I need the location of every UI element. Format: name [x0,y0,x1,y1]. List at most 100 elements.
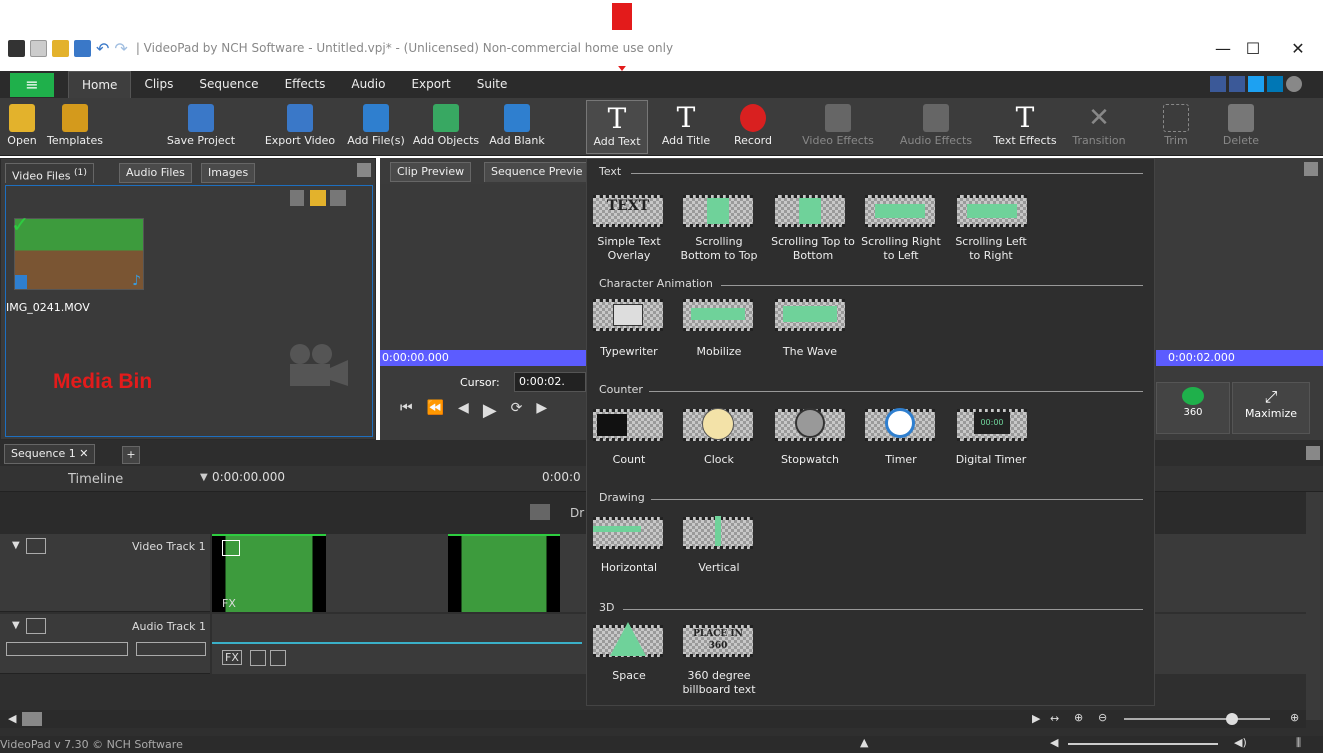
clip-fx-label[interactable]: FX [222,597,236,610]
add-sequence-button[interactable]: + [122,446,140,464]
scrolling-left-to-right-thumb[interactable] [957,195,1027,227]
new-folder-icon[interactable] [310,190,326,206]
video-effects-button[interactable]: Video Effects [790,100,886,154]
preview-progress-bar-right[interactable]: 0:00:02.000 [1156,350,1323,366]
tab-video-files[interactable]: Video Files (1) [5,163,94,183]
new-icon[interactable] [30,39,47,57]
audio-fx-label[interactable]: FX [222,650,242,665]
save-project-button[interactable]: Save Project [162,100,240,154]
volume-mute-icon[interactable]: ◀ [1050,736,1058,749]
collapse-audio-icon[interactable]: ▼ [12,620,20,631]
mixer-icon[interactable]: ⫼ [1296,736,1301,750]
audio-effects-button[interactable]: Audio Effects [894,100,978,154]
timer-label[interactable]: Timer [859,453,943,467]
tab-clips[interactable]: Clips [131,71,186,98]
audio-volume-icon[interactable] [250,650,266,666]
add-files-button[interactable]: Add File(s) [344,100,408,154]
add-title-button[interactable]: T Add Title [656,100,716,154]
space-label[interactable]: Space [587,669,671,683]
zoom-out-icon[interactable]: ⊖ [1098,711,1107,724]
zoom-slider[interactable] [1124,718,1270,720]
maximize-preview-button[interactable]: ⤢ Maximize [1232,382,1310,434]
360-button[interactable]: 360 [1156,382,1230,434]
stopwatch-label[interactable]: Stopwatch [768,453,852,467]
vertical-scrollbar[interactable] [1306,492,1323,720]
scrolling-left-to-right-label[interactable]: Scrolling Left to Right [949,235,1033,263]
scrolling-right-to-left-label[interactable]: Scrolling Right to Left [859,235,943,263]
zoom-magnify-icon[interactable]: ⊕ [1290,711,1299,724]
step-forward-icon[interactable]: ▶ [536,400,547,421]
cursor-time-field[interactable]: 0:00:02. [514,372,586,392]
tab-images[interactable]: Images [201,163,256,183]
play-icon[interactable]: ▶ [483,400,497,421]
space-thumb[interactable] [593,622,663,657]
stopwatch-thumb[interactable] [775,408,845,441]
clock-label[interactable]: Clock [677,453,761,467]
zoom-in-icon[interactable]: ⊕ [1074,711,1083,724]
trim-button[interactable]: Trim [1156,100,1196,154]
prev-frame-icon[interactable]: ⏪ [427,400,444,421]
billboard-360-label[interactable]: 360 degree billboard text [677,669,761,697]
simple-text-overlay-thumb[interactable]: TEXT [593,195,663,227]
list-view-icon[interactable] [330,190,346,206]
go-start-icon[interactable]: ⏮ [400,400,413,421]
tab-sequence[interactable]: Sequence [186,71,271,98]
tab-clip-preview[interactable]: Clip Preview [390,162,472,182]
eye-icon[interactable] [26,538,46,554]
scrolling-bottom-to-top-thumb[interactable] [683,195,753,227]
undo-icon[interactable]: ↶ [96,39,109,58]
tab-audio-files[interactable]: Audio Files [119,163,192,183]
horizontal-label[interactable]: Horizontal [587,561,671,575]
zoom-slider-thumb[interactable] [1226,713,1238,725]
add-text-button[interactable]: T Add Text [586,100,648,154]
simple-text-overlay-label[interactable]: Simple Text Overlay [587,235,671,263]
audio-link-icon[interactable] [270,650,286,666]
volume-slider[interactable] [6,642,128,656]
like-icon[interactable] [1210,76,1226,92]
hamburger-menu-button[interactable]: ≡ [10,72,54,97]
timeline-zoom-dropdown-icon[interactable]: ▼ [200,472,208,483]
tab-audio[interactable]: Audio [338,71,398,98]
mobilize-thumb[interactable] [683,299,753,331]
trash-icon[interactable] [290,190,304,206]
maximize-button[interactable]: ☐ [1230,30,1276,66]
scrolling-top-to-bottom-thumb[interactable] [775,195,845,227]
open-button[interactable]: Open [2,100,42,154]
open-icon[interactable] [52,39,69,57]
step-back-icon[interactable]: ◀ [458,400,469,421]
twitter-icon[interactable] [1248,76,1264,92]
tab-effects[interactable]: Effects [272,71,339,98]
speaker-icon[interactable] [26,618,46,634]
scroll-left-icon[interactable]: ◀ [8,712,16,725]
loop-icon[interactable]: ⟳ [511,400,523,421]
master-volume-slider[interactable] [1068,743,1218,745]
tab-export[interactable]: Export [398,71,463,98]
facebook-icon[interactable] [1229,76,1245,92]
clock-thumb[interactable] [683,408,753,441]
timer-thumb[interactable] [865,408,935,441]
undock-preview-icon[interactable] [1304,162,1318,176]
tab-sequence-preview[interactable]: Sequence Previe [484,162,590,182]
redo-icon[interactable]: ↷ [114,39,127,58]
templates-button[interactable]: Templates [46,100,104,154]
count-label[interactable]: Count [587,453,671,467]
save-icon[interactable] [74,39,91,57]
typewriter-thumb[interactable] [593,299,663,331]
add-blank-button[interactable]: Add Blank [484,100,550,154]
media-thumbnail[interactable]: ✓ ♪ [11,213,144,290]
scrolling-top-to-bottom-label[interactable]: Scrolling Top to Bottom [768,235,858,263]
typewriter-label[interactable]: Typewriter [587,345,671,359]
preview-progress-bar[interactable]: 0:00:00.000 [380,350,586,366]
bin-area[interactable]: ✓ ♪ IMG_0241.MOV [5,185,373,437]
export-video-button[interactable]: Export Video [260,100,340,154]
undock-timeline-icon[interactable] [1306,446,1320,460]
digital-timer-thumb[interactable]: 00:00 [957,409,1027,441]
horizontal-thumb[interactable] [593,517,663,549]
mobilize-label[interactable]: Mobilize [677,345,761,359]
fade-icon[interactable] [222,540,240,556]
horizontal-scroll-thumb[interactable] [22,712,42,726]
video-clip-1[interactable]: FX [212,534,326,612]
tab-sequence-1[interactable]: Sequence 1 ✕ [4,444,96,464]
help-icon[interactable] [1286,76,1302,92]
scrolling-bottom-to-top-label[interactable]: Scrolling Bottom to Top [677,235,761,263]
